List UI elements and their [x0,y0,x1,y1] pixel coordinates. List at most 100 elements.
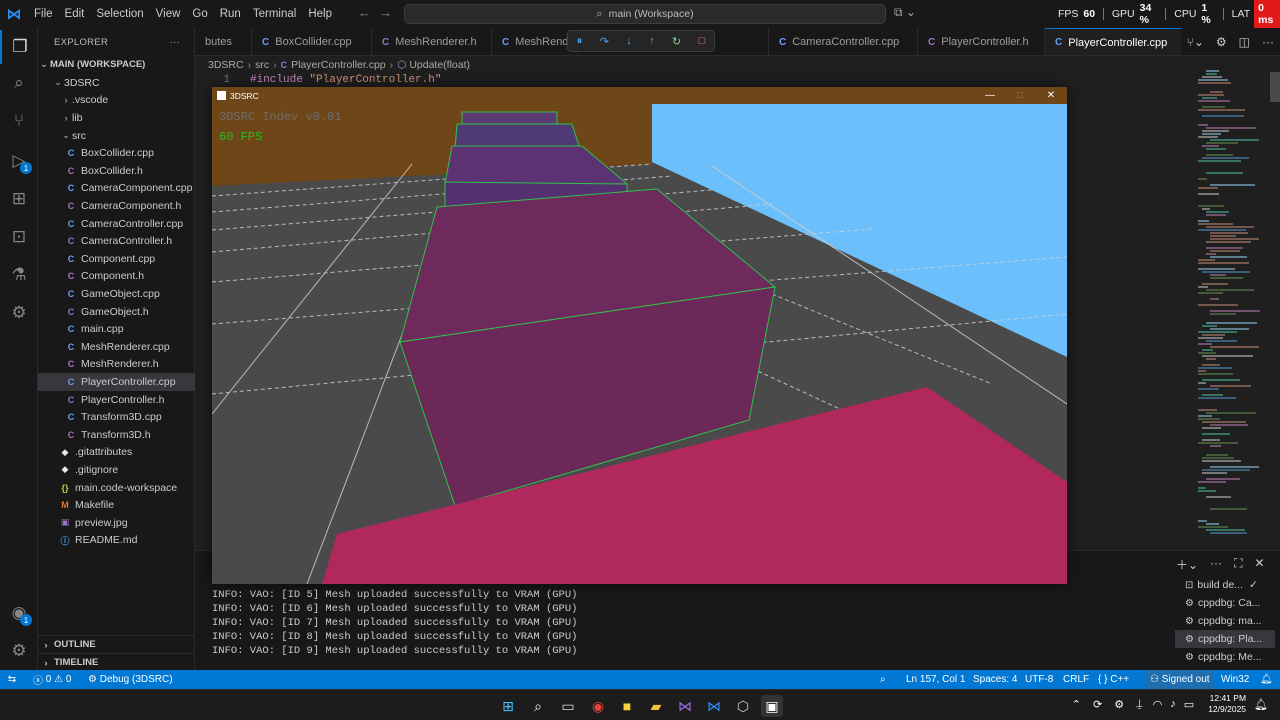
tab[interactable]: C MeshRenderer.h [372,28,492,55]
tree-item[interactable]: › .vscode [38,92,195,110]
close-panel-icon[interactable]: ✕ [1254,556,1264,573]
line-ending[interactable]: CRLF [1063,670,1089,689]
step-out-icon[interactable]: ↑ [649,35,655,47]
step-into-icon[interactable]: ↓ [626,35,632,47]
search-icon[interactable]: ⌕ [0,66,38,100]
tree-item[interactable]: C Component.h [38,268,195,286]
tab[interactable]: C PlayerController.h [918,28,1045,55]
menu-go[interactable]: Go [186,8,213,20]
breadcrumb-item[interactable]: PlayerController.cpp [291,59,386,71]
debug-status[interactable]: ⚙ Debug (3DSRC) [88,670,173,689]
open-changes-icon[interactable]: ⑂⌄ [1187,35,1204,49]
account-status[interactable]: ⚇ Signed out [1146,670,1214,689]
battery-icon[interactable]: ▭ [1184,698,1194,711]
menu-edit[interactable]: Edit [59,8,91,20]
explorer-icon[interactable]: ❐ [0,30,38,64]
tree-item[interactable]: › lib [38,109,195,127]
menu-file[interactable]: File [28,8,59,20]
game-app-icon[interactable]: ▣ [761,695,783,717]
outline-section[interactable]: › OUTLINE [38,635,195,653]
tree-item[interactable]: C Component.cpp [38,250,195,268]
tree-item[interactable]: C GameObject.h [38,303,195,321]
tree-item[interactable]: ⌄ src [38,127,195,145]
step-over-icon[interactable]: ↷ [600,35,609,48]
unity-icon[interactable]: ⬡ [732,695,754,717]
tree-item[interactable]: C MeshRenderer.cpp [38,338,195,356]
close-icon[interactable]: ✕ [1036,87,1066,104]
timeline-section[interactable]: › TIMELINE [38,653,195,671]
tree-item[interactable]: C PlayerController.cpp [38,373,195,391]
minimap[interactable] [1190,70,1268,550]
file-explorer-icon[interactable]: ▰ [645,695,667,717]
tree-item[interactable]: C BoxCollider.cpp [38,144,195,162]
accounts-icon[interactable]: ◉ 1 [0,596,38,630]
tree-item[interactable]: Cmain.cpp [38,320,195,338]
tree-item[interactable]: C MeshRenderer.h [38,356,195,374]
restart-icon[interactable]: ↻ [672,35,681,48]
more-actions-icon[interactable]: ··· [170,37,180,48]
tree-item[interactable]: C PlayerController.h [38,391,195,409]
tree-item[interactable]: ◆ .gitignore [38,461,195,479]
terminal-session-item[interactable]: ⚙ cppdbg: Ca... [1175,594,1275,612]
split-editor-icon[interactable]: ◫ [1239,35,1250,49]
tree-item[interactable]: C CameraController.h [38,232,195,250]
microphone-icon[interactable]: ⍊ [1136,698,1143,711]
terminal-session-item[interactable]: ⚙ cppdbg: Pla... [1175,630,1275,648]
game-window[interactable]: 3DSRC — □ ✕ 3DSRC Indev v0.01 60 FPS [212,87,1067,584]
tree-item[interactable]: C CameraComponent.cpp [38,180,195,198]
tab[interactable]: C MeshRender [492,28,578,55]
game-viewport[interactable]: 3DSRC Indev v0.01 60 FPS [212,104,1067,584]
settings-icon[interactable]: ⚙ [1114,698,1124,711]
copilot-icon[interactable]: ⧉ ⌄ [894,5,916,20]
cursor-position[interactable]: Ln 157, Col 1 [906,670,966,689]
terminal-session-item[interactable]: ⊡ build de... ✓ [1175,576,1275,594]
menu-run[interactable]: Run [214,8,247,20]
notifications-icon[interactable]: 🔔︎ [1260,670,1273,689]
editor-scrollbar[interactable] [1270,72,1280,102]
code-line[interactable]: 1 #include "PlayerController.h" [208,73,441,87]
tree-item[interactable]: C BoxCollider.h [38,162,195,180]
start-icon[interactable]: ⊞ [497,695,519,717]
remote-explorer-icon[interactable]: ⊡ [0,220,38,254]
tree-item[interactable]: {} main.code-workspace [38,479,195,497]
tree-item[interactable]: C Transform3D.cpp [38,408,195,426]
task-view-icon[interactable]: ▭ [557,695,579,717]
stop-icon[interactable]: □ [699,35,706,47]
tree-item[interactable]: M Makefile [38,496,195,514]
language-mode[interactable]: { } C++ [1098,670,1129,689]
settings-gear-icon[interactable]: ⚙ [1216,35,1227,49]
platform[interactable]: Win32 [1221,670,1249,689]
chevron-up-icon[interactable]: ⌃ [1072,698,1081,711]
source-control-icon[interactable]: ⑂ [0,104,38,138]
command-center-search[interactable]: ⌕ main (Workspace) [404,4,886,24]
cmake-icon[interactable]: ⚙ [0,296,38,330]
tab[interactable]: C BoxCollider.cpp [252,28,372,55]
more-actions-icon[interactable]: ··· [1210,556,1222,573]
tree-item[interactable]: ▣ preview.jpg [38,514,195,532]
visual-studio-icon[interactable]: ⋈ [674,695,696,717]
tree-item[interactable]: ⌄ 3DSRC [38,74,195,92]
vscode-icon[interactable]: ⋈ [703,695,725,717]
run-debug-icon[interactable]: ▷ 1 [0,144,38,178]
pause-icon[interactable]: ⏸ [577,35,583,48]
breadcrumb-item[interactable]: 3DSRC [208,59,244,71]
forward-arrow-icon[interactable]: → [379,5,400,20]
menu-view[interactable]: View [150,8,187,20]
terminal-session-item[interactable]: ⚙ cppdbg: Me... [1175,648,1275,666]
tree-item[interactable]: C GameObject.cpp [38,285,195,303]
minimize-icon[interactable]: — [975,87,1005,104]
encoding[interactable]: UTF-8 [1025,670,1053,689]
search-icon[interactable]: ⌕ [527,695,549,717]
tab[interactable]: butes [195,28,252,55]
problems-status[interactable]: ⓧ 0 ⚠ 0 [33,670,71,689]
menu-selection[interactable]: Selection [90,8,149,20]
tree-item[interactable]: ⓘ README.md [38,532,195,550]
breadcrumb-item[interactable]: src [255,59,269,71]
indentation[interactable]: Spaces: 4 [973,670,1017,689]
back-arrow-icon[interactable]: ← [358,5,379,20]
sync-icon[interactable]: ⟳ [1093,698,1102,711]
zoom-icon[interactable]: ⌕ [880,670,886,689]
terminal-session-item[interactable]: ⚙ cppdbg: ma... [1175,612,1275,630]
more-actions-icon[interactable]: ··· [1262,35,1274,49]
tree-item[interactable]: C Transform3D.h [38,426,195,444]
